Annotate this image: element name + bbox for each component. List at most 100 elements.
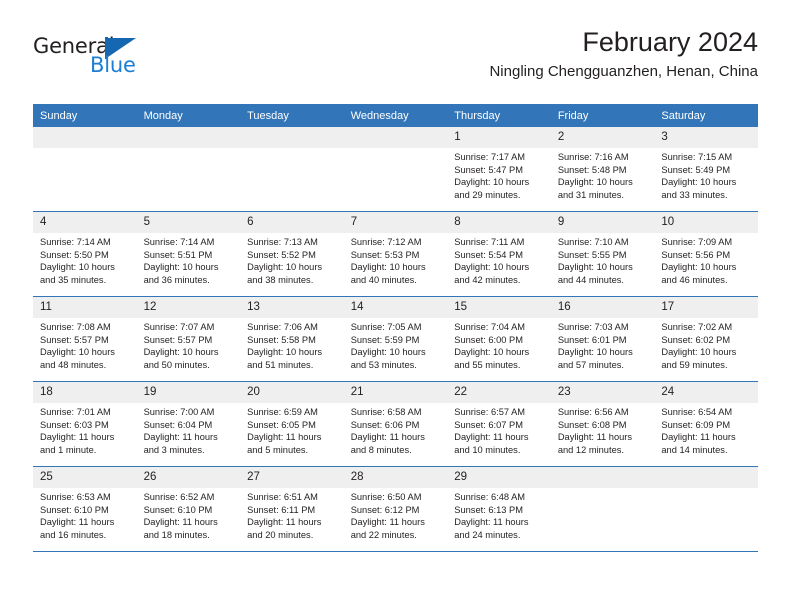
day-number	[550, 467, 655, 488]
daylight-text-line2: and 5 minutes.	[247, 444, 309, 455]
daylight-text-line2: and 18 minutes.	[143, 529, 210, 540]
day-number: 13	[240, 297, 344, 318]
day-details: Sunrise: 7:15 AM Sunset: 5:49 PM Daylight:…	[654, 148, 758, 201]
calendar-day-cell[interactable]: 6 Sunrise: 7:13 AM Sunset: 5:52 PM Daylight…	[240, 211, 344, 297]
calendar-day-cell[interactable]: 21 Sunrise: 6:58 AM Sunset: 6:06 PM Dayligh…	[343, 381, 448, 467]
sunset-text: Sunset: 6:00 PM	[454, 334, 523, 345]
day-number: 10	[654, 212, 758, 233]
day-details: Sunrise: 6:53 AM Sunset: 6:10 PM Daylight:…	[33, 488, 137, 541]
day-details	[240, 148, 344, 151]
daylight-text-line2: and 48 minutes.	[40, 359, 107, 370]
day-details: Sunrise: 6:48 AM Sunset: 6:13 PM Daylight:…	[447, 488, 551, 541]
calendar-day-cell[interactable]: 29 Sunrise: 6:48 AM Sunset: 6:13 PM Dayligh…	[447, 466, 551, 552]
brand-logo[interactable]: General Blue	[33, 34, 253, 90]
calendar-day-cell[interactable]: 16 Sunrise: 7:03 AM Sunset: 6:01 PM Dayligh…	[550, 296, 655, 382]
daylight-text-line1: Daylight: 11 hours	[143, 517, 218, 528]
sunset-text: Sunset: 6:13 PM	[454, 504, 523, 515]
daylight-text-line2: and 14 minutes.	[661, 444, 728, 455]
sunrise-text: Sunrise: 6:51 AM	[247, 492, 318, 502]
sunrise-text: Sunrise: 6:50 AM	[350, 492, 422, 502]
sunset-text: Sunset: 6:09 PM	[661, 419, 731, 430]
daylight-text-line1: Daylight: 10 hours	[350, 262, 426, 273]
calendar-day-cell[interactable]: 8 Sunrise: 7:11 AM Sunset: 5:54 PM Daylight…	[447, 211, 551, 297]
calendar-day-cell[interactable]: 13 Sunrise: 7:06 AM Sunset: 5:58 PM Dayligh…	[240, 296, 344, 382]
calendar-day-cell[interactable]: 24 Sunrise: 6:54 AM Sunset: 6:09 PM Dayligh…	[654, 381, 758, 467]
daylight-text-line2: and 22 minutes.	[350, 529, 417, 540]
sunset-text: Sunset: 5:53 PM	[350, 249, 420, 260]
calendar-day-cell[interactable]: 20 Sunrise: 6:59 AM Sunset: 6:05 PM Dayligh…	[240, 381, 344, 467]
sunrise-text: Sunrise: 7:01 AM	[40, 407, 111, 417]
daylight-text-line2: and 12 minutes.	[557, 444, 624, 455]
day-number	[654, 467, 758, 488]
sunrise-text: Sunrise: 7:10 AM	[557, 237, 629, 247]
daylight-text-line1: Daylight: 11 hours	[454, 432, 529, 443]
day-number: 11	[33, 297, 137, 318]
daylight-text-line2: and 55 minutes.	[454, 359, 521, 370]
day-details: Sunrise: 7:06 AM Sunset: 5:58 PM Daylight:…	[240, 318, 344, 371]
day-details: Sunrise: 6:54 AM Sunset: 6:09 PM Daylight:…	[654, 403, 758, 456]
calendar-week-row: 4 Sunrise: 7:14 AM Sunset: 5:50 PM Daylight…	[33, 211, 758, 297]
day-details	[137, 148, 241, 151]
calendar-day-cell[interactable]: 4 Sunrise: 7:14 AM Sunset: 5:50 PM Daylight…	[33, 211, 137, 297]
weekday-header-sunday: Sunday	[33, 104, 137, 127]
day-number	[240, 127, 344, 148]
calendar-table: Sunday Monday Tuesday Wednesday Thursday…	[33, 104, 758, 552]
calendar-day-cell[interactable]: 22 Sunrise: 6:57 AM Sunset: 6:07 PM Dayligh…	[447, 381, 551, 467]
calendar-day-cell[interactable]: 28 Sunrise: 6:50 AM Sunset: 6:12 PM Dayligh…	[343, 466, 448, 552]
calendar-day-cell[interactable]: 15 Sunrise: 7:04 AM Sunset: 6:00 PM Dayligh…	[447, 296, 551, 382]
daylight-text-line2: and 44 minutes.	[557, 274, 624, 285]
calendar-day-cell[interactable]: 14 Sunrise: 7:05 AM Sunset: 5:59 PM Dayligh…	[343, 296, 448, 382]
calendar-day-cell[interactable]: 5 Sunrise: 7:14 AM Sunset: 5:51 PM Daylight…	[136, 211, 241, 297]
day-details	[551, 488, 655, 491]
calendar-day-cell[interactable]: 1 Sunrise: 7:17 AM Sunset: 5:47 PM Daylight…	[447, 127, 551, 212]
daylight-text-line1: Daylight: 10 hours	[247, 262, 323, 273]
daylight-text-line2: and 59 minutes.	[661, 359, 728, 370]
sunset-text: Sunset: 6:01 PM	[557, 334, 627, 345]
calendar-week-row: 18 Sunrise: 7:01 AM Sunset: 6:03 PM Dayligh…	[33, 381, 758, 467]
sunrise-text: Sunrise: 7:12 AM	[350, 237, 422, 247]
calendar-day-cell[interactable]: 26 Sunrise: 6:52 AM Sunset: 6:10 PM Dayligh…	[136, 466, 241, 552]
calendar-day-cell[interactable]: 9 Sunrise: 7:10 AM Sunset: 5:55 PM Daylight…	[550, 211, 655, 297]
daylight-text-line1: Daylight: 10 hours	[350, 347, 426, 358]
calendar-day-cell[interactable]: 27 Sunrise: 6:51 AM Sunset: 6:11 PM Dayligh…	[240, 466, 344, 552]
daylight-text-line1: Daylight: 11 hours	[350, 517, 425, 528]
day-details: Sunrise: 7:04 AM Sunset: 6:00 PM Daylight:…	[447, 318, 551, 371]
daylight-text-line1: Daylight: 10 hours	[143, 262, 219, 273]
daylight-text-line1: Daylight: 11 hours	[557, 432, 633, 443]
daylight-text-line1: Daylight: 11 hours	[143, 432, 218, 443]
daylight-text-line1: Daylight: 10 hours	[454, 347, 530, 358]
day-number: 9	[550, 212, 655, 233]
day-number: 22	[447, 382, 551, 403]
weekday-header-wednesday: Wednesday	[343, 104, 448, 127]
calendar-day-cell[interactable]: 3 Sunrise: 7:15 AM Sunset: 5:49 PM Daylight…	[654, 127, 758, 212]
daylight-text-line1: Daylight: 10 hours	[557, 177, 633, 188]
day-number: 17	[654, 297, 758, 318]
calendar-day-cell[interactable]: 18 Sunrise: 7:01 AM Sunset: 6:03 PM Dayligh…	[33, 381, 137, 467]
calendar-day-cell[interactable]: 19 Sunrise: 7:00 AM Sunset: 6:04 PM Dayligh…	[136, 381, 241, 467]
sunrise-text: Sunrise: 6:48 AM	[454, 492, 526, 502]
calendar-week-row: 25 Sunrise: 6:53 AM Sunset: 6:10 PM Dayligh…	[33, 466, 758, 552]
daylight-text-line1: Daylight: 10 hours	[143, 347, 219, 358]
weekday-header-saturday: Saturday	[654, 104, 758, 127]
day-details: Sunrise: 7:14 AM Sunset: 5:51 PM Daylight:…	[137, 233, 241, 286]
calendar-day-cell[interactable]: 25 Sunrise: 6:53 AM Sunset: 6:10 PM Dayligh…	[33, 466, 137, 552]
day-number: 27	[240, 467, 344, 488]
calendar-day-cell[interactable]: 23 Sunrise: 6:56 AM Sunset: 6:08 PM Dayligh…	[550, 381, 655, 467]
calendar-day-cell[interactable]: 17 Sunrise: 7:02 AM Sunset: 6:02 PM Dayligh…	[654, 296, 758, 382]
calendar-day-cell[interactable]: 2 Sunrise: 7:16 AM Sunset: 5:48 PM Daylight…	[550, 127, 655, 212]
day-details: Sunrise: 7:14 AM Sunset: 5:50 PM Daylight:…	[33, 233, 137, 286]
calendar-day-cell[interactable]: 7 Sunrise: 7:12 AM Sunset: 5:53 PM Daylight…	[343, 211, 448, 297]
sunrise-text: Sunrise: 7:16 AM	[557, 152, 629, 162]
day-details: Sunrise: 7:08 AM Sunset: 5:57 PM Daylight:…	[33, 318, 137, 371]
calendar-day-cell[interactable]: 12 Sunrise: 7:07 AM Sunset: 5:57 PM Dayligh…	[136, 296, 241, 382]
sunrise-text: Sunrise: 7:05 AM	[350, 322, 422, 332]
daylight-text-line1: Daylight: 11 hours	[661, 432, 736, 443]
day-number: 5	[136, 212, 241, 233]
day-details: Sunrise: 7:13 AM Sunset: 5:52 PM Daylight:…	[240, 233, 344, 286]
day-details: Sunrise: 7:11 AM Sunset: 5:54 PM Daylight:…	[447, 233, 551, 286]
day-details: Sunrise: 7:01 AM Sunset: 6:03 PM Daylight:…	[33, 403, 137, 456]
calendar-day-cell[interactable]: 10 Sunrise: 7:09 AM Sunset: 5:56 PM Dayligh…	[654, 211, 758, 297]
daylight-text-line1: Daylight: 11 hours	[454, 517, 529, 528]
calendar-day-cell[interactable]: 11 Sunrise: 7:08 AM Sunset: 5:57 PM Dayligh…	[33, 296, 137, 382]
day-number: 18	[33, 382, 137, 403]
